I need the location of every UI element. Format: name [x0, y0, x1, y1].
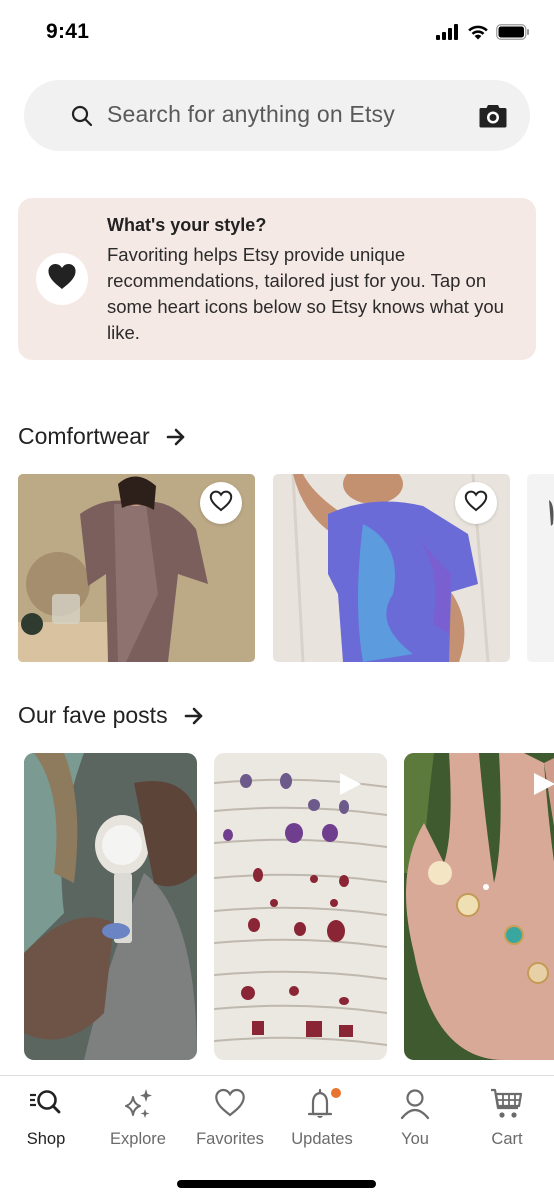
search-bar[interactable]: Search for anything on Etsy [24, 80, 530, 151]
search-icon [71, 105, 93, 132]
shop-search-icon [28, 1088, 64, 1123]
search-input[interactable]: Search for anything on Etsy [107, 101, 395, 128]
favorite-button[interactable] [200, 482, 242, 524]
cellular-signal-icon [436, 24, 460, 45]
arrow-right-icon[interactable] [166, 428, 186, 446]
tab-label: Shop [26, 1130, 66, 1148]
camera-icon[interactable] [479, 104, 507, 133]
section-title: Comfortwear [18, 423, 150, 449]
heart-outline-icon [464, 490, 488, 517]
listing-image-partial [527, 474, 554, 662]
post-image-caliper [24, 753, 197, 1060]
home-indicator[interactable] [177, 1180, 376, 1188]
post-card[interactable] [24, 753, 197, 1060]
play-icon[interactable] [532, 772, 554, 801]
tab-you[interactable]: You [369, 1076, 461, 1166]
post-card[interactable] [214, 753, 387, 1060]
listing-card[interactable] [273, 474, 510, 662]
heart-badge [36, 253, 88, 305]
notification-badge [331, 1088, 341, 1098]
tab-label: Updates [291, 1130, 353, 1148]
favorite-button[interactable] [455, 482, 497, 524]
section-title: Our fave posts [18, 702, 168, 728]
section-header-comfortwear[interactable]: Comfortwear [18, 423, 186, 450]
tab-label: Cart [491, 1130, 523, 1148]
listing-card[interactable] [527, 474, 554, 662]
tab-shop[interactable]: Shop [0, 1076, 92, 1166]
bell-icon [302, 1088, 342, 1127]
battery-icon [496, 24, 530, 45]
sparkles-icon [121, 1088, 155, 1125]
wifi-icon [467, 24, 489, 45]
play-icon[interactable] [338, 772, 362, 801]
tab-cart[interactable]: Cart [461, 1076, 553, 1166]
section-header-fave-posts[interactable]: Our fave posts [18, 702, 204, 729]
cart-icon [490, 1088, 524, 1125]
person-icon [399, 1088, 431, 1125]
tab-favorites[interactable]: Favorites [184, 1076, 276, 1166]
tab-label: You [401, 1130, 429, 1148]
style-prompt-card: What's your style? Favoriting helps Etsy… [18, 198, 536, 360]
status-time: 9:41 [46, 20, 90, 43]
heart-filled-icon [47, 263, 77, 295]
heart-outline-icon [214, 1088, 246, 1123]
status-icons [436, 24, 530, 45]
arrow-right-icon[interactable] [184, 707, 204, 725]
status-bar: 9:41 [0, 0, 554, 66]
tab-label: Favorites [196, 1130, 264, 1148]
tab-label: Explore [110, 1130, 166, 1148]
heart-outline-icon [209, 490, 233, 517]
tab-updates[interactable]: Updates [276, 1076, 368, 1166]
tab-explore[interactable]: Explore [92, 1076, 184, 1166]
listing-card[interactable] [18, 474, 255, 662]
style-prompt-title: What's your style? [107, 215, 267, 235]
post-card[interactable] [404, 753, 554, 1060]
style-prompt-body: Favoriting helps Etsy provide unique rec… [107, 244, 504, 343]
